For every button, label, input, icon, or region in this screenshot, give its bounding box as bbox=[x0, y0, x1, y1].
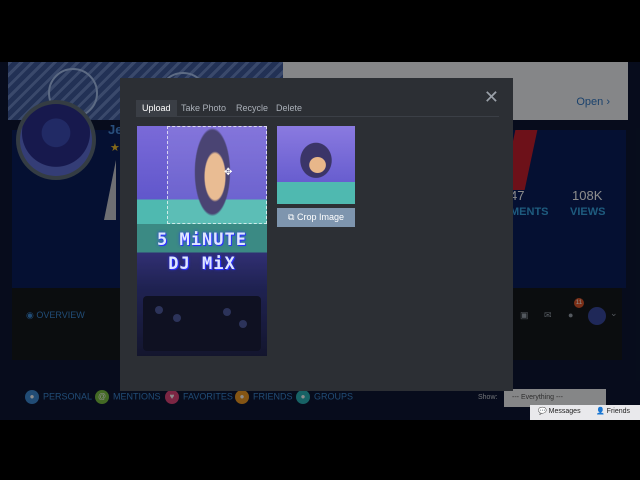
chat-bar: 💬 Messages 👤 Friends bbox=[530, 405, 640, 420]
messages-button[interactable]: 💬 Messages bbox=[538, 407, 581, 415]
crop-preview bbox=[277, 126, 355, 204]
tab-divider bbox=[136, 116, 499, 117]
uploaded-image: 5 MiNUTE DJ MiX ✥ bbox=[137, 126, 267, 356]
move-handle-icon[interactable]: ✥ bbox=[224, 167, 232, 178]
close-icon[interactable]: ✕ bbox=[484, 88, 499, 106]
crop-image-button[interactable]: ⧉ Crop Image bbox=[277, 208, 355, 227]
tab-delete[interactable]: Delete bbox=[270, 100, 308, 116]
image-caption-line2: DJ MiX bbox=[168, 254, 236, 274]
image-caption-line1: 5 MiNUTE bbox=[157, 230, 247, 250]
tab-recycle[interactable]: Recycle bbox=[230, 100, 274, 116]
avatar-upload-modal: ✕ Upload Take Photo Recycle Delete 5 MiN… bbox=[120, 78, 513, 391]
tab-take-photo[interactable]: Take Photo bbox=[175, 100, 232, 116]
person-icon: 👤 bbox=[596, 408, 605, 415]
crop-selection[interactable]: ✥ bbox=[167, 126, 267, 224]
tab-upload[interactable]: Upload bbox=[136, 100, 177, 116]
friends-button[interactable]: 👤 Friends bbox=[596, 407, 630, 415]
chat-icon: 💬 bbox=[538, 408, 547, 415]
crop-icon: ⧉ bbox=[288, 212, 295, 222]
